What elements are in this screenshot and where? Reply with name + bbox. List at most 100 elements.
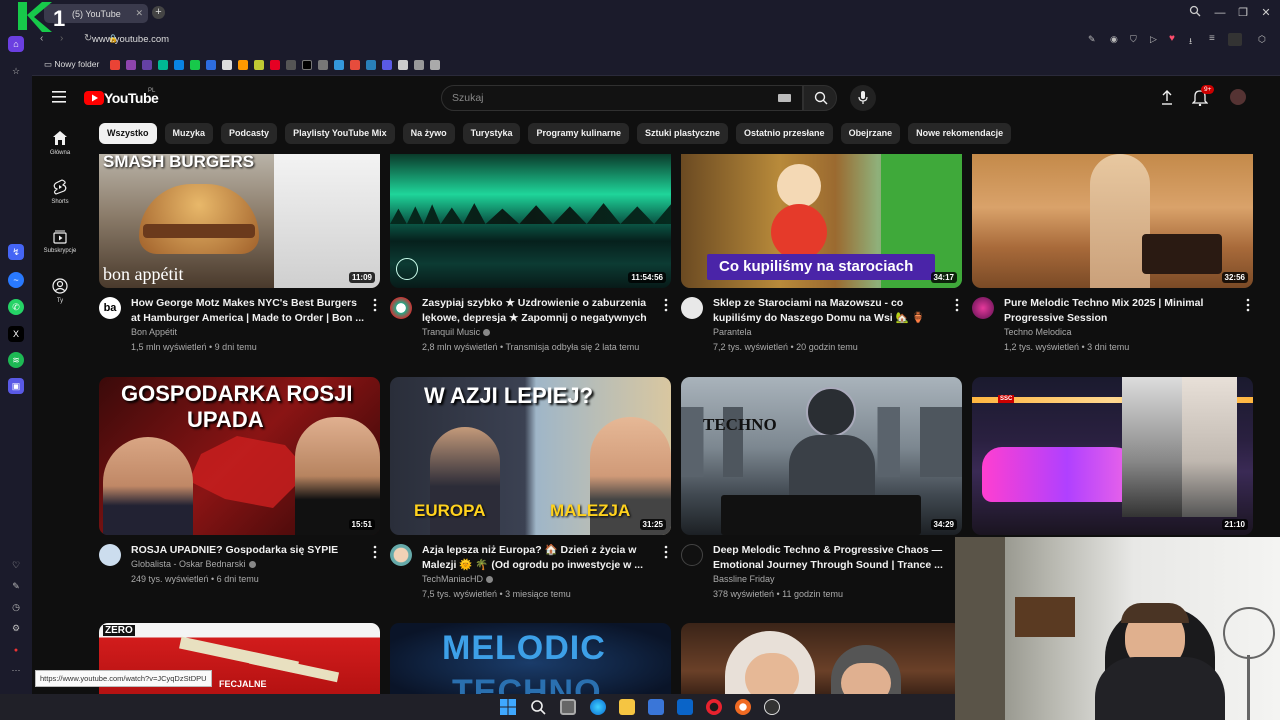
menu-icon[interactable]: ≡ (1209, 33, 1215, 44)
video-channel[interactable]: Globalista - Oskar Bednarski (131, 559, 256, 569)
bookmark-icon[interactable] (334, 60, 344, 70)
search-button[interactable] (803, 85, 837, 111)
nav-shorts[interactable]: Shorts (32, 179, 88, 205)
bookmark-icon[interactable] (286, 60, 296, 70)
x-icon[interactable]: X (8, 326, 24, 342)
chip-all[interactable]: Wszystko (99, 123, 157, 144)
bookmark-icon[interactable] (254, 60, 264, 70)
video-card[interactable]: SSC 21:10 (972, 377, 1253, 535)
bookmark-icon[interactable] (158, 60, 168, 70)
nav-subscriptions[interactable]: Subskrypcje (32, 228, 88, 254)
heart-filled-icon[interactable]: ♥ (1169, 33, 1175, 44)
opera-icon[interactable] (706, 699, 722, 715)
video-card[interactable]: MELODIC TECHNO (390, 623, 671, 694)
more-options-icon[interactable] (663, 298, 669, 312)
browser-app-icon[interactable] (735, 699, 751, 715)
bookmark-icon[interactable] (350, 60, 360, 70)
video-title[interactable]: Sklep ze Starociami na Mazowszu - co kup… (713, 296, 948, 326)
video-thumbnail[interactable]: MELODIC TECHNO (390, 623, 671, 694)
video-card[interactable] (681, 623, 962, 694)
bookmark-icon[interactable] (366, 60, 376, 70)
heart-icon[interactable]: ♡ (8, 557, 24, 573)
amazon-icon[interactable] (238, 60, 248, 70)
store-icon[interactable] (648, 699, 664, 715)
edit-page-icon[interactable]: ✎ (1088, 34, 1096, 45)
chip-tourism[interactable]: Turystyka (462, 123, 521, 144)
keyboard-icon[interactable] (778, 94, 791, 102)
video-channel[interactable]: Techno Melodica (1004, 327, 1072, 337)
bookmark-icon[interactable] (430, 60, 440, 70)
search-tabs-icon[interactable] (1187, 5, 1203, 21)
record-icon[interactable]: ● (8, 643, 24, 659)
video-title[interactable]: ROSJA UPADNIE? Gospodarka się SYPIE (131, 543, 366, 558)
whatsapp-icon[interactable]: ✆ (8, 299, 24, 315)
star-icon[interactable]: ☆ (8, 63, 24, 79)
chip-music[interactable]: Muzyka (164, 123, 214, 144)
chip-recently-uploaded[interactable]: Ostatnio przesłane (736, 123, 833, 144)
play-icon[interactable]: ▷ (1150, 34, 1157, 45)
history-icon[interactable]: ◷ (8, 599, 24, 615)
video-thumbnail[interactable]: 32:56 (972, 154, 1253, 288)
player-icon[interactable]: ▣ (8, 378, 24, 394)
video-card[interactable]: 11:54:56 Zasypiaj szybko ★ Uzdrowienie o… (390, 154, 671, 352)
video-channel[interactable]: Tranquil Music (422, 327, 491, 337)
bookmark-icon[interactable] (414, 60, 424, 70)
more-options-icon[interactable] (1245, 298, 1251, 312)
task-view-icon[interactable] (560, 699, 576, 715)
channel-avatar[interactable] (681, 297, 703, 319)
channel-avatar[interactable] (99, 544, 121, 566)
file-explorer-icon[interactable] (619, 699, 635, 715)
back-icon[interactable]: ‹ (40, 33, 43, 44)
download-icon[interactable]: ⭳ (1189, 34, 1192, 50)
more-options-icon[interactable] (372, 298, 378, 312)
video-card[interactable]: GOSPODARKA ROSJI UPADA 15:51 ROSJA UPADN… (99, 377, 380, 584)
wallet-icon[interactable]: ⬡ (1258, 34, 1266, 45)
video-title[interactable]: How George Motz Makes NYC's Best Burgers… (131, 296, 366, 326)
bookmark-icon[interactable] (398, 60, 408, 70)
video-channel[interactable]: TechManiacHD (422, 574, 494, 584)
messenger-icon[interactable]: ~ (8, 272, 24, 288)
channel-avatar[interactable] (390, 544, 412, 566)
nav-home[interactable]: Główna (32, 130, 88, 156)
wikipedia-icon[interactable] (222, 60, 232, 70)
edge-icon[interactable] (590, 699, 606, 715)
settings-icon[interactable]: ⚙ (8, 620, 24, 636)
video-thumbnail[interactable]: 11:54:56 (390, 154, 671, 288)
channel-avatar[interactable] (390, 297, 412, 319)
more-options-icon[interactable] (663, 545, 669, 559)
edit-icon[interactable]: ✎ (8, 578, 24, 594)
channel-avatar[interactable]: ba (99, 297, 121, 319)
more-icon[interactable]: ··· (8, 662, 24, 678)
chip-podcasts[interactable]: Podcasty (221, 123, 278, 144)
video-title[interactable]: Zasypiaj szybko ★ Uzdrowienie o zaburzen… (422, 296, 657, 326)
outlook-icon[interactable] (677, 699, 693, 715)
channel-avatar[interactable] (681, 544, 703, 566)
voice-search-button[interactable] (850, 85, 876, 111)
gmail-icon[interactable] (110, 60, 120, 70)
start-icon[interactable] (500, 699, 516, 715)
maximize-button[interactable]: ❐ (1235, 5, 1251, 21)
bookmark-folder[interactable]: ▭ Nowy folder (44, 59, 99, 70)
camera-icon[interactable]: ◉ (1110, 34, 1118, 45)
minimize-button[interactable]: — (1212, 5, 1228, 21)
account-avatar[interactable] (1230, 89, 1246, 105)
extension-icon[interactable] (1228, 33, 1242, 46)
search-input[interactable] (441, 85, 803, 111)
video-title[interactable]: Deep Melodic Techno & Progressive Chaos … (713, 543, 948, 573)
pinterest-icon[interactable] (270, 60, 280, 70)
video-channel[interactable]: Bon Appétit (131, 327, 177, 337)
chip-mix-playlists[interactable]: Playlisty YouTube Mix (285, 123, 395, 144)
hamburger-menu-icon[interactable] (52, 91, 66, 103)
x-icon[interactable] (302, 60, 312, 70)
close-window-button[interactable]: ✕ (1258, 5, 1274, 21)
video-thumbnail[interactable]: Co kupiliśmy na starociach 34:17 (681, 154, 962, 288)
video-thumbnail[interactable]: W AZJI LEPIEJ? EUROPA MALEZJA 31:25 (390, 377, 671, 535)
bookmark-icon[interactable] (318, 60, 328, 70)
video-card[interactable]: 32:56 Pure Melodic Techno Mix 2025 | Min… (972, 154, 1253, 352)
chip-live[interactable]: Na żywo (402, 123, 455, 144)
spotify-icon[interactable]: ≋ (8, 352, 24, 368)
video-title[interactable]: Pure Melodic Techno Mix 2025 | Minimal P… (1004, 296, 1239, 326)
video-thumbnail[interactable]: TECHNO 34:29 (681, 377, 962, 535)
bookmark-icon[interactable] (126, 60, 136, 70)
bookmark-icon[interactable] (174, 60, 184, 70)
